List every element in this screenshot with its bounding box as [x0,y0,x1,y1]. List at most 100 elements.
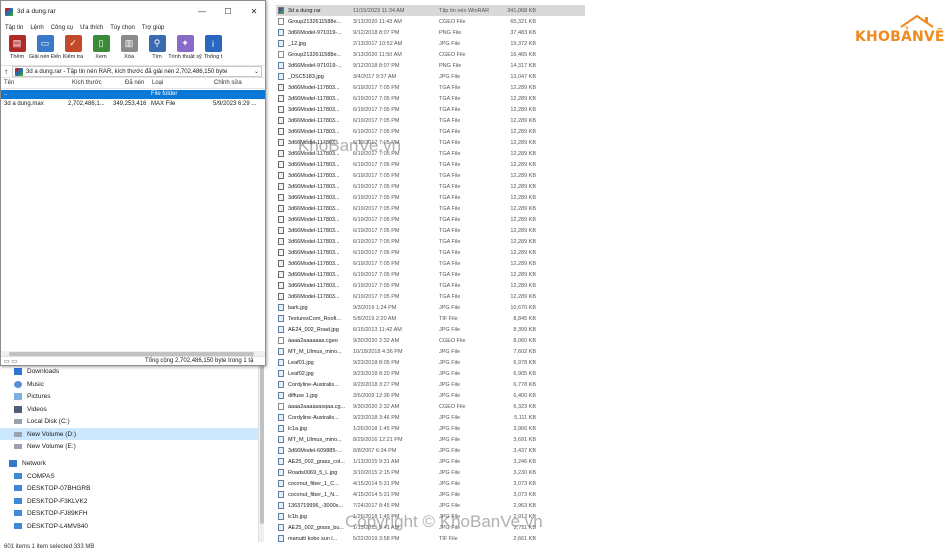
file-row[interactable]: 3d66Model-117803... 6/19/2017 7:05 PM TGA … [276,203,585,214]
file-row[interactable]: 3d66Model-609885-... 8/8/2007 6:34 PM JPG … [276,445,585,456]
file-row[interactable]: 3d66Model-117803... 6/19/2017 7:05 PM TGA … [276,115,585,126]
file-row[interactable]: 3d66Model-117803... 6/19/2017 7:05 PM TGA … [276,93,585,104]
file-row[interactable]: 3d66Model-117803... 6/19/2017 7:05 PM TGA … [276,258,585,269]
file-row[interactable]: 3d66Model-117803... 6/19/2017 7:05 PM TGA … [276,247,585,258]
col-name[interactable]: Tên [4,80,14,86]
file-row[interactable]: Leaf01.jpg 9/23/2018 8:05 PM JPG File 6,978… [276,357,585,368]
file-size: 12,289 KB [510,172,536,179]
menu-item[interactable]: Lệnh [30,25,43,31]
file-row[interactable]: coconut_fiber_1_N... 4/15/2014 5:31 PM JPG… [276,489,585,500]
col-packed[interactable]: Đã nén [125,80,144,86]
file-row[interactable]: MT_M_Ulmus_mino... 10/18/2018 4:36 PM JPG … [276,346,585,357]
file-row[interactable]: 3d66Model-117803... 6/19/2017 7:05 PM TGA … [276,82,585,93]
file-row[interactable]: 3d66Model-971019-... 9/12/2018 8:07 PM PNG… [276,60,585,71]
file-row[interactable]: áaaa2aaaaaas.cgeo 9/30/2020 2:32 AM CGEO F… [276,335,585,346]
chevron-down-icon[interactable]: ⌄ [254,68,259,75]
file-row[interactable]: manutti kobo sun l... 5/22/2019 3:58 PM TI… [276,533,585,544]
nav-item[interactable]: New Volume (D:) [0,428,258,440]
nav-item[interactable]: DESKTOP-FJ89KFH [14,507,88,519]
file-row[interactable]: 3d66Model-117803... 6/19/2017 7:05 PM TGA … [276,280,585,291]
file-row[interactable]: 3d66Model-117803... 6/19/2017 7:05 PM TGA … [276,236,585,247]
menu-item[interactable]: Ưa thích [80,25,103,31]
up-arrow-icon[interactable]: ↑ [4,67,8,76]
archive-row-file[interactable]: 3d a dung.max 2,702,486,1... 349,253,416… [1,100,265,109]
file-row[interactable]: 1363719996_-3000x... 7/24/2017 8:45 PM JPG… [276,500,585,511]
close-button[interactable]: ✕ [243,1,265,22]
toolbar-button[interactable]: ✦ Trình thuật sỹ [168,35,202,60]
toolbar-button[interactable]: ▥ Xóa [116,35,142,60]
nav-item[interactable]: Local Disk (C:) [14,415,70,427]
nav-item[interactable]: COMPAS [14,470,55,482]
tga-file-icon [278,260,284,267]
winrar-titlebar[interactable]: 3d a dung.rar — ☐ ✕ [1,1,265,22]
minimize-button[interactable]: — [191,1,213,22]
file-row[interactable]: Leaf02.jpg 9/23/2018 8:20 PM JPG File 6,905… [276,368,585,379]
file-row[interactable]: bark.jpg 9/3/2019 1:24 PM JPG File 10,670 K… [276,302,585,313]
archive-path-field[interactable]: 3d a dung.rar - Tập tin nén RAR, kích th… [12,66,262,77]
file-row[interactable]: 3d66Model-117803... 6/19/2017 7:05 PM TGA … [276,214,585,225]
archive-row-parent[interactable]: .. File folder [1,90,265,99]
nav-item[interactable]: DESKTOP-L4MV840 [14,520,88,532]
file-row[interactable]: 3d66Model-117803... 6/19/2017 7:05 PM TGA … [276,104,585,115]
file-row[interactable]: Roads0069_5_L.jpg 3/10/2015 2:15 PM JPG Fi… [276,467,585,478]
file-row[interactable]: TexturesCom_Roofi... 5/8/2019 2:20 AM TIF … [276,313,585,324]
menu-item[interactable]: Trợ giúp [142,25,164,31]
nav-item[interactable]: Pictures [14,390,50,402]
file-row[interactable]: 3d66Model-117803... 6/19/2017 7:05 PM TGA … [276,291,585,302]
menu-item[interactable]: Công cụ [51,25,73,31]
file-row[interactable]: Group2132611588e... 3/13/2020 11:43 AM CGE… [276,16,585,27]
file-row[interactable]: coconut_fiber_1_C... 4/15/2014 5:31 PM JPG… [276,478,585,489]
file-row[interactable]: lc1a.jpg 1/26/2018 1:45 PM JPG File 3,966 K… [276,423,585,434]
file-date: 9/12/2018 8:07 PM [353,62,400,69]
file-row[interactable]: 3d66Model-117803... 6/19/2017 7:05 PM TGA … [276,225,585,236]
file-row[interactable]: _DSC5183.jpg 3/4/2017 9:37 AM JPG File 13,0… [276,71,585,82]
file-row[interactable]: 3d66Model-117803... 6/19/2017 7:05 PM TGA … [276,192,585,203]
file-row[interactable]: Group2132611588e... 3/13/2020 11:50 AM CGE… [276,49,585,60]
file-row[interactable]: 3d66Model-117803... 6/19/2017 7:05 PM TGA … [276,181,585,192]
file-row[interactable]: diffuse 1.jpg 3/6/2009 12:36 PM JPG File 6,… [276,390,585,401]
file-row[interactable]: AE24_002_Road.jpg 6/15/2013 11:42 AM JPG F… [276,324,585,335]
file-row[interactable]: 3d a dung.rar 11/15/2023 11:34 AM Tập tin … [276,5,585,16]
nav-pane-scrollbar[interactable] [258,362,264,542]
toolbar-button[interactable]: ▭ Giải nén Đến [29,35,61,60]
file-row[interactable]: Cordyline-Australis... 9/23/2018 3:27 PM J… [276,379,585,390]
nav-item[interactable]: DESKTOP-07BHGRB [14,482,90,494]
maximize-button[interactable]: ☐ [217,1,239,22]
menu-item[interactable]: Tập tin [5,25,23,31]
toolbar-button[interactable]: ▯ Xem [88,35,114,60]
nav-item[interactable]: Videos [14,403,47,415]
file-row[interactable]: _12.jpg 2/13/2017 10:52 AM JPG File 19,372 … [276,38,585,49]
menu-item[interactable]: Tùy chọn [110,25,135,31]
file-row[interactable]: 3d66Model-117803... 6/19/2017 7:05 PM TGA … [276,170,585,181]
nav-item-label: Network [22,459,46,467]
nav-item-label: DESKTOP-FJ89KFH [27,509,88,517]
file-type: TGA File [439,183,461,190]
col-modified[interactable]: Chỉnh sửa [214,80,242,86]
nav-item[interactable]: New Volume (E:) [14,440,76,452]
file-size: 37,483 KB [510,29,536,36]
file-type: TGA File [439,128,461,135]
nav-item[interactable]: Network [9,457,46,469]
toolbar-button[interactable]: ▤ Thêm [4,35,30,60]
col-size[interactable]: Kích thước [72,80,102,86]
file-row[interactable]: 3d66Model-117803... 6/19/2017 7:05 PM TGA … [276,269,585,280]
col-type[interactable]: Loại [152,80,163,86]
nav-item[interactable]: Music [14,378,44,390]
nav-item[interactable]: Downloads [14,365,59,377]
nav-item[interactable]: DESKTOP-F3KLVK2 [14,495,87,507]
toolbar-button[interactable]: ✓ Kiểm tra [60,35,86,60]
file-row[interactable]: áaaa2aaaasasqaa.cg... 9/30/2020 2:32 AM CG… [276,401,585,412]
toolbar-button[interactable]: ⚲ Tìm [144,35,170,60]
file-name: Group2132611588e... [288,18,342,25]
file-row[interactable]: 3d66Model-117803... 6/19/2017 7:05 PM TGA … [276,159,585,170]
file-date: 6/19/2017 7:05 PM [353,227,400,234]
file-row[interactable]: AE25_002_grass_col... 1/13/2015 9:31 AM JP… [276,456,585,467]
file-row[interactable]: 3d66Model-971019-... 9/12/2018 8:07 PM PNG… [276,27,585,38]
row-name: 3d a dung.max [4,101,44,107]
file-row[interactable]: MT_M_Ulmus_mino... 8/29/2016 12:21 PM JPG … [276,434,585,445]
file-row[interactable]: Cordyline-Australis... 9/23/2018 3:46 PM J… [276,412,585,423]
tga-file-icon [278,183,284,190]
toolbar-button[interactable]: i Thông t [200,35,226,60]
file-name: áaaa2aaaasasqaa.cg... [288,403,346,410]
nav-pane-scrollbar-thumb[interactable] [260,364,264,524]
